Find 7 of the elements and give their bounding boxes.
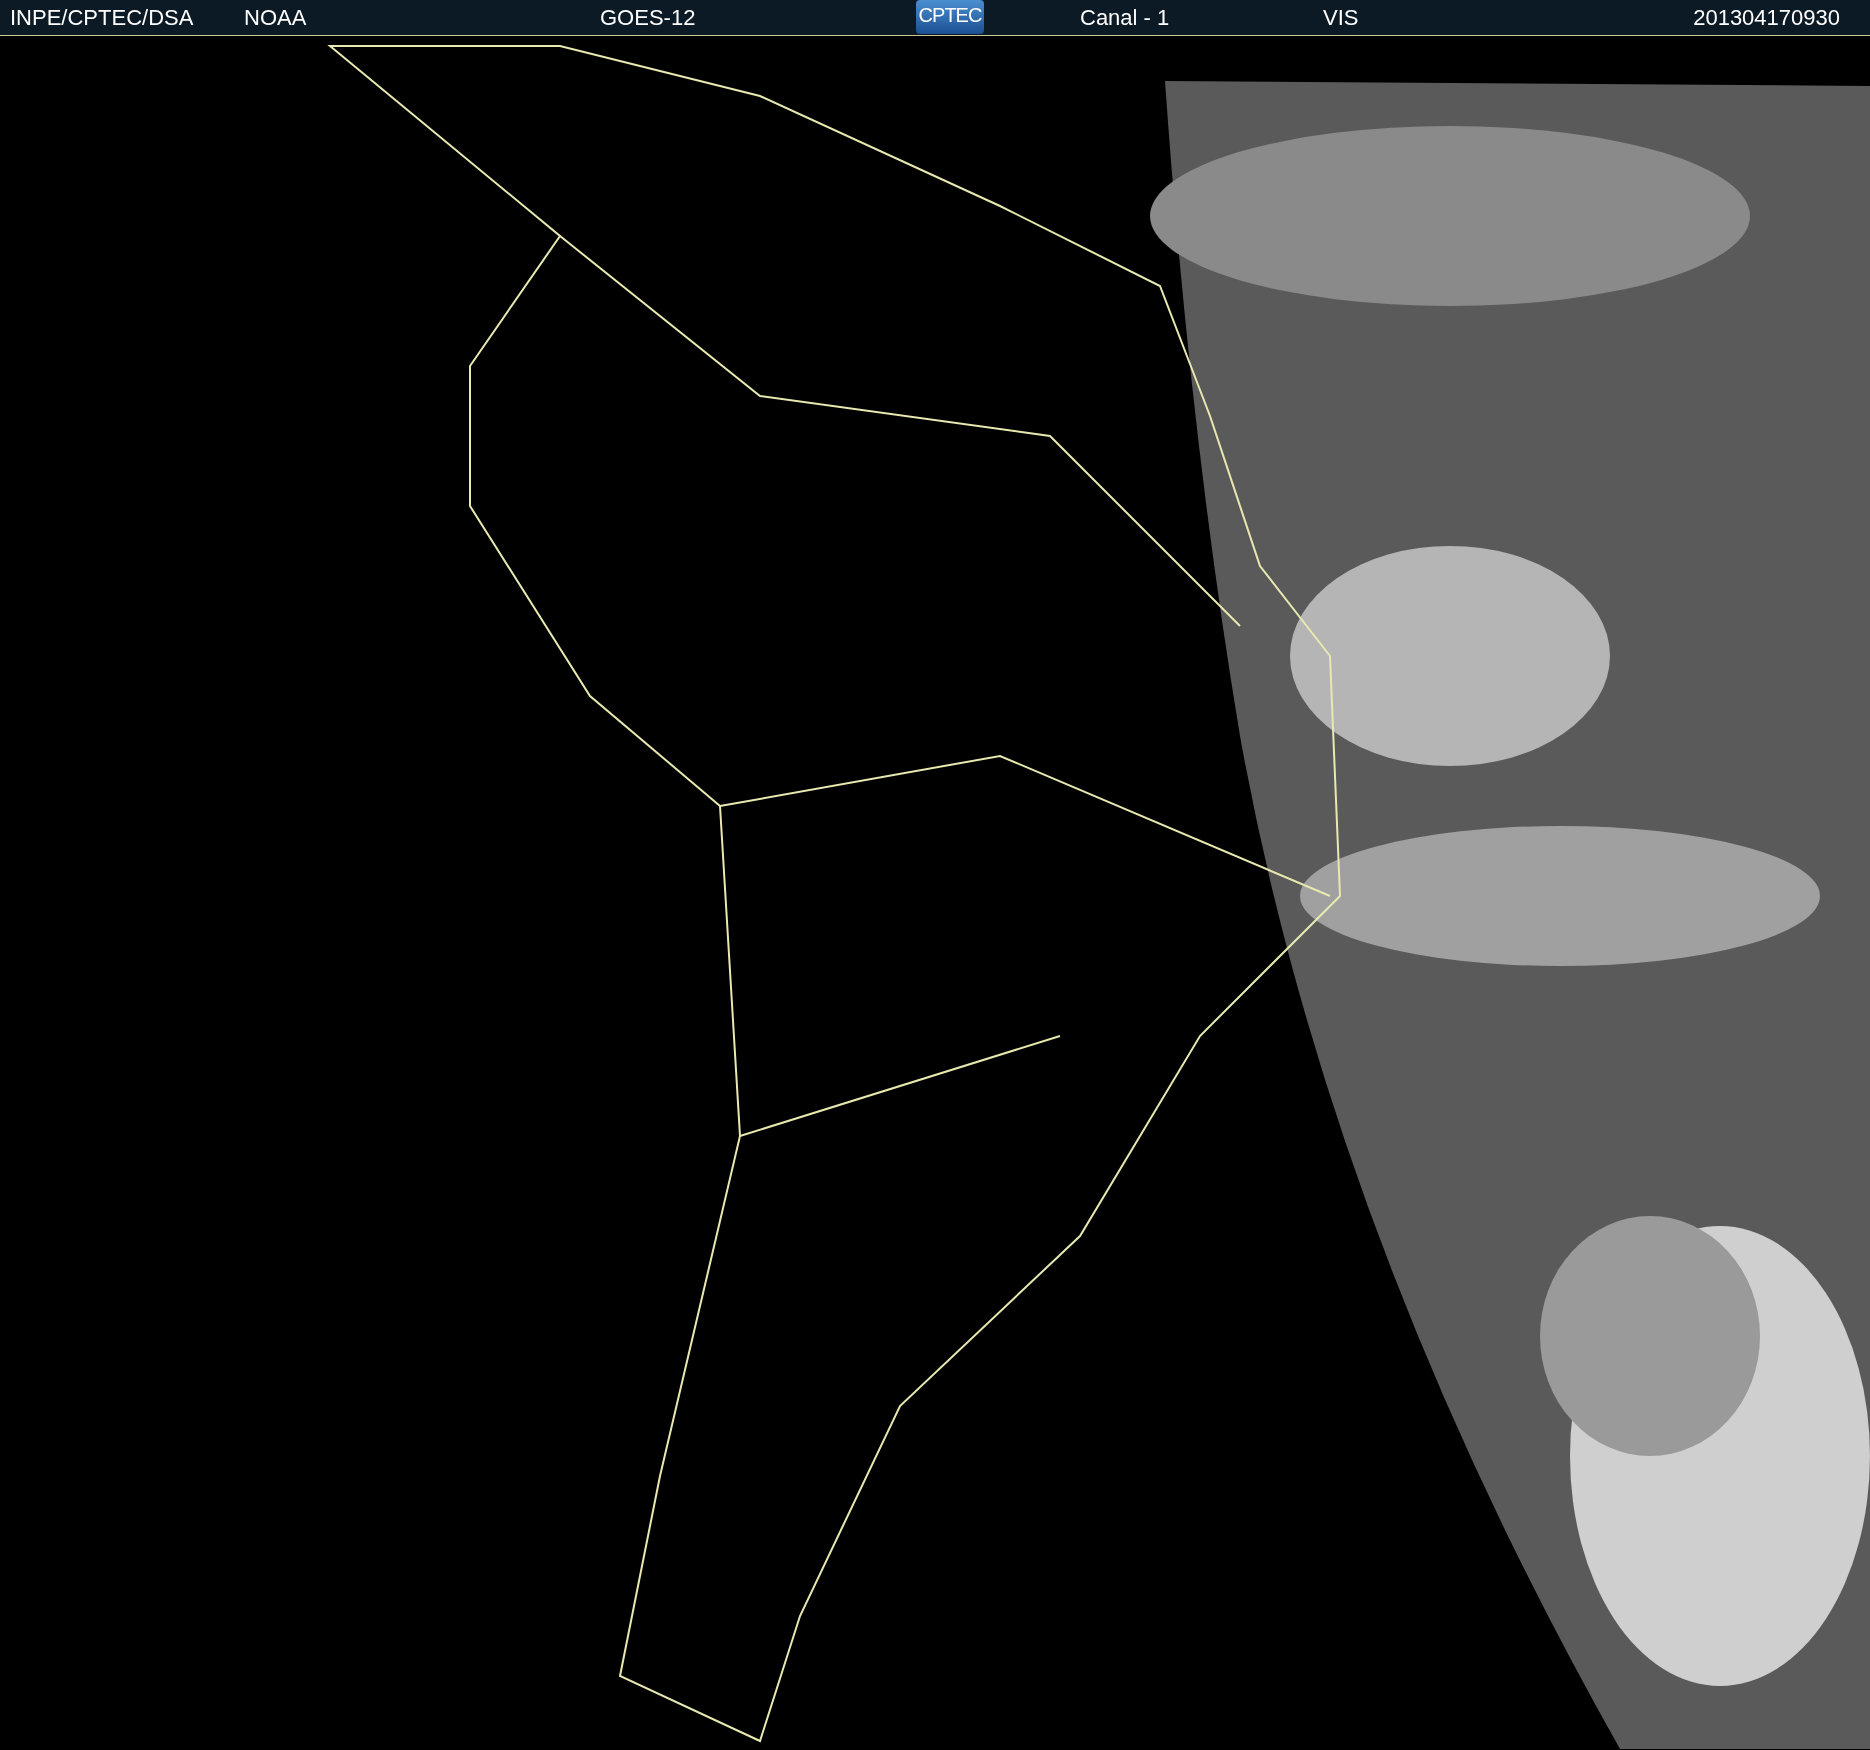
header-label: Canal - 1 xyxy=(1080,6,1170,30)
header-label: NOAA xyxy=(244,6,307,30)
header-label: GOES-12 xyxy=(600,6,696,30)
header-label: 201304170930 xyxy=(1693,6,1840,30)
header-label: VIS xyxy=(1323,6,1359,30)
logo: CPTEC xyxy=(916,0,984,34)
header-label: INPE/CPTEC/DSA xyxy=(10,6,194,30)
